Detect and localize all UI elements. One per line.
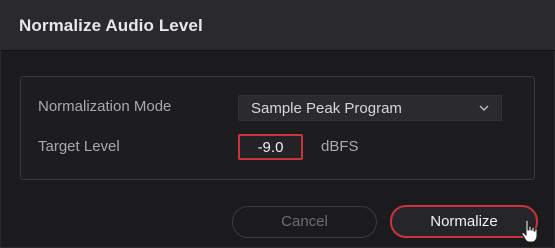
cancel-button[interactable]: Cancel (232, 206, 377, 238)
normalize-audio-dialog: Normalize Audio Level Normalization Mode… (0, 0, 555, 248)
settings-panel: Normalization Mode Sample Peak Program T… (20, 76, 535, 180)
dialog-titlebar[interactable]: Normalize Audio Level (1, 1, 555, 51)
mouse-pointer-icon (521, 219, 538, 243)
target-level-unit: dBFS (321, 138, 359, 155)
chevron-down-icon (479, 105, 489, 111)
dialog-title: Normalize Audio Level (19, 16, 203, 35)
normalize-button[interactable]: Normalize (390, 205, 538, 238)
target-level-label: Target Level (38, 138, 120, 155)
target-level-input[interactable] (238, 134, 303, 160)
normalization-mode-dropdown[interactable]: Sample Peak Program (238, 95, 502, 121)
normalization-mode-value: Sample Peak Program (251, 100, 402, 117)
normalization-mode-label: Normalization Mode (38, 98, 172, 115)
